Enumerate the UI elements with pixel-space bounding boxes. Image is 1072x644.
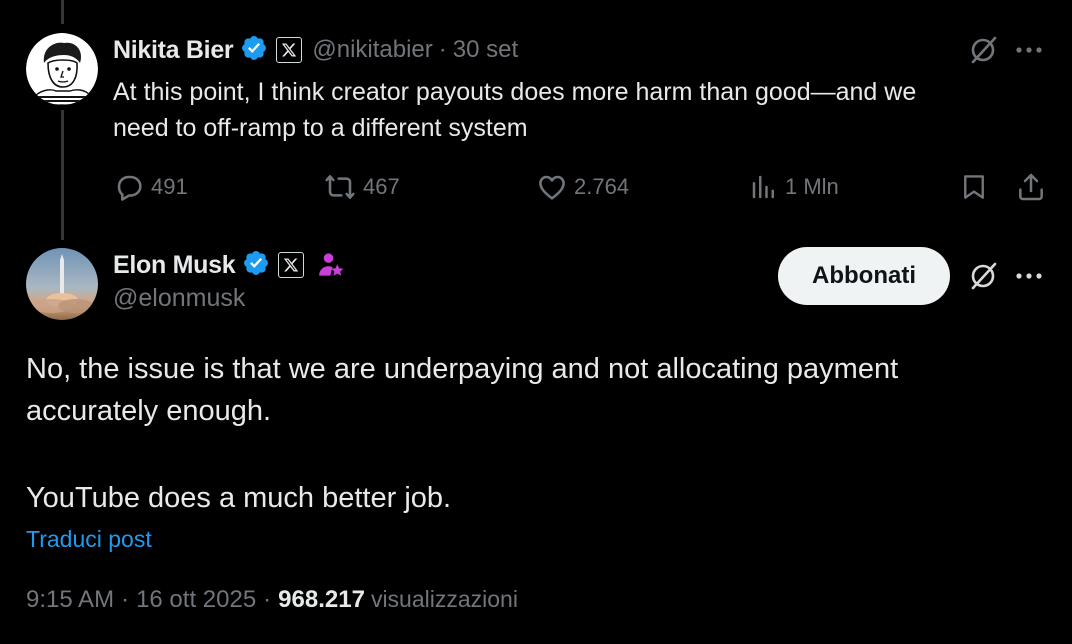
post-date[interactable]: 16 ott 2025 bbox=[136, 586, 256, 614]
separator: · bbox=[263, 586, 272, 613]
analytics-icon bbox=[752, 175, 774, 199]
x-logo-icon bbox=[278, 252, 305, 278]
author-handle[interactable]: @nikitabier bbox=[312, 36, 432, 64]
like-count: 2.764 bbox=[574, 174, 630, 199]
more-icon[interactable] bbox=[1012, 259, 1046, 293]
parent-post-text-line: need to off-ramp to a different system bbox=[113, 114, 528, 142]
views-count: 968.217 bbox=[278, 586, 365, 613]
bookmark-button[interactable] bbox=[959, 170, 995, 204]
grok-icon[interactable] bbox=[966, 34, 1000, 66]
post-metadata: 9:15 AM · 16 ott 2025 · 968.217 visualiz… bbox=[26, 586, 518, 614]
parent-post-text-line: At this point, I think creator payouts d… bbox=[113, 78, 917, 106]
parent-post-text: At this point, I think creator payouts d… bbox=[113, 74, 916, 146]
post-time[interactable]: 30 set bbox=[453, 36, 518, 64]
avatar-elon-musk[interactable] bbox=[26, 248, 98, 320]
post-time[interactable]: 9:15 AM bbox=[26, 586, 114, 614]
views-label: visualizzazioni bbox=[370, 586, 518, 612]
like-button[interactable]: 2.764 bbox=[536, 170, 629, 204]
parent-author-row: Nikita Bier @nikitabier · 30 set bbox=[113, 33, 518, 67]
grok-icon[interactable] bbox=[966, 259, 1000, 293]
thread-line-top bbox=[61, 0, 64, 24]
x-logo-icon bbox=[276, 37, 303, 63]
share-button[interactable] bbox=[1015, 170, 1053, 204]
reply-count: 491 bbox=[151, 174, 188, 199]
main-post-text: No, the issue is that we are underpaying… bbox=[26, 348, 1046, 432]
repost-icon bbox=[325, 175, 355, 199]
verified-badge-icon bbox=[235, 249, 270, 282]
avatar-nikita-bier[interactable] bbox=[26, 33, 98, 105]
author-handle[interactable]: @elonmusk bbox=[113, 284, 245, 313]
share-icon bbox=[1019, 173, 1043, 201]
subscribe-button[interactable]: Abbonati bbox=[778, 247, 950, 305]
reply-icon bbox=[117, 175, 142, 201]
heart-icon bbox=[539, 175, 565, 200]
thread-line-connector bbox=[61, 110, 64, 240]
repost-count: 467 bbox=[363, 174, 400, 199]
bookmark-icon bbox=[964, 175, 984, 199]
reply-button[interactable]: 491 bbox=[113, 170, 188, 204]
separator: · bbox=[121, 586, 130, 613]
views-button[interactable]: 1 Mln bbox=[749, 170, 839, 204]
repost-button[interactable]: 467 bbox=[323, 170, 400, 204]
parent-post-actions: 491 467 2.764 1 Mln bbox=[113, 170, 1053, 204]
view-count: 1 Mln bbox=[785, 174, 839, 199]
verified-badge-icon bbox=[233, 34, 268, 67]
main-post-text-paragraph: YouTube does a much better job. bbox=[26, 477, 1046, 519]
separator: · bbox=[438, 36, 447, 63]
more-icon[interactable] bbox=[1012, 34, 1046, 66]
main-post-text-line: accurately enough. bbox=[26, 395, 272, 427]
author-name[interactable]: Elon Musk bbox=[113, 251, 236, 280]
translate-post-link[interactable]: Traduci post bbox=[26, 526, 152, 553]
main-post-text-line: YouTube does a much better job. bbox=[26, 482, 452, 514]
main-post-text-line: No, the issue is that we are underpaying… bbox=[26, 353, 899, 385]
author-name[interactable]: Nikita Bier bbox=[113, 36, 234, 65]
user-star-icon bbox=[316, 250, 346, 280]
main-author-row: Elon Musk bbox=[113, 248, 346, 282]
